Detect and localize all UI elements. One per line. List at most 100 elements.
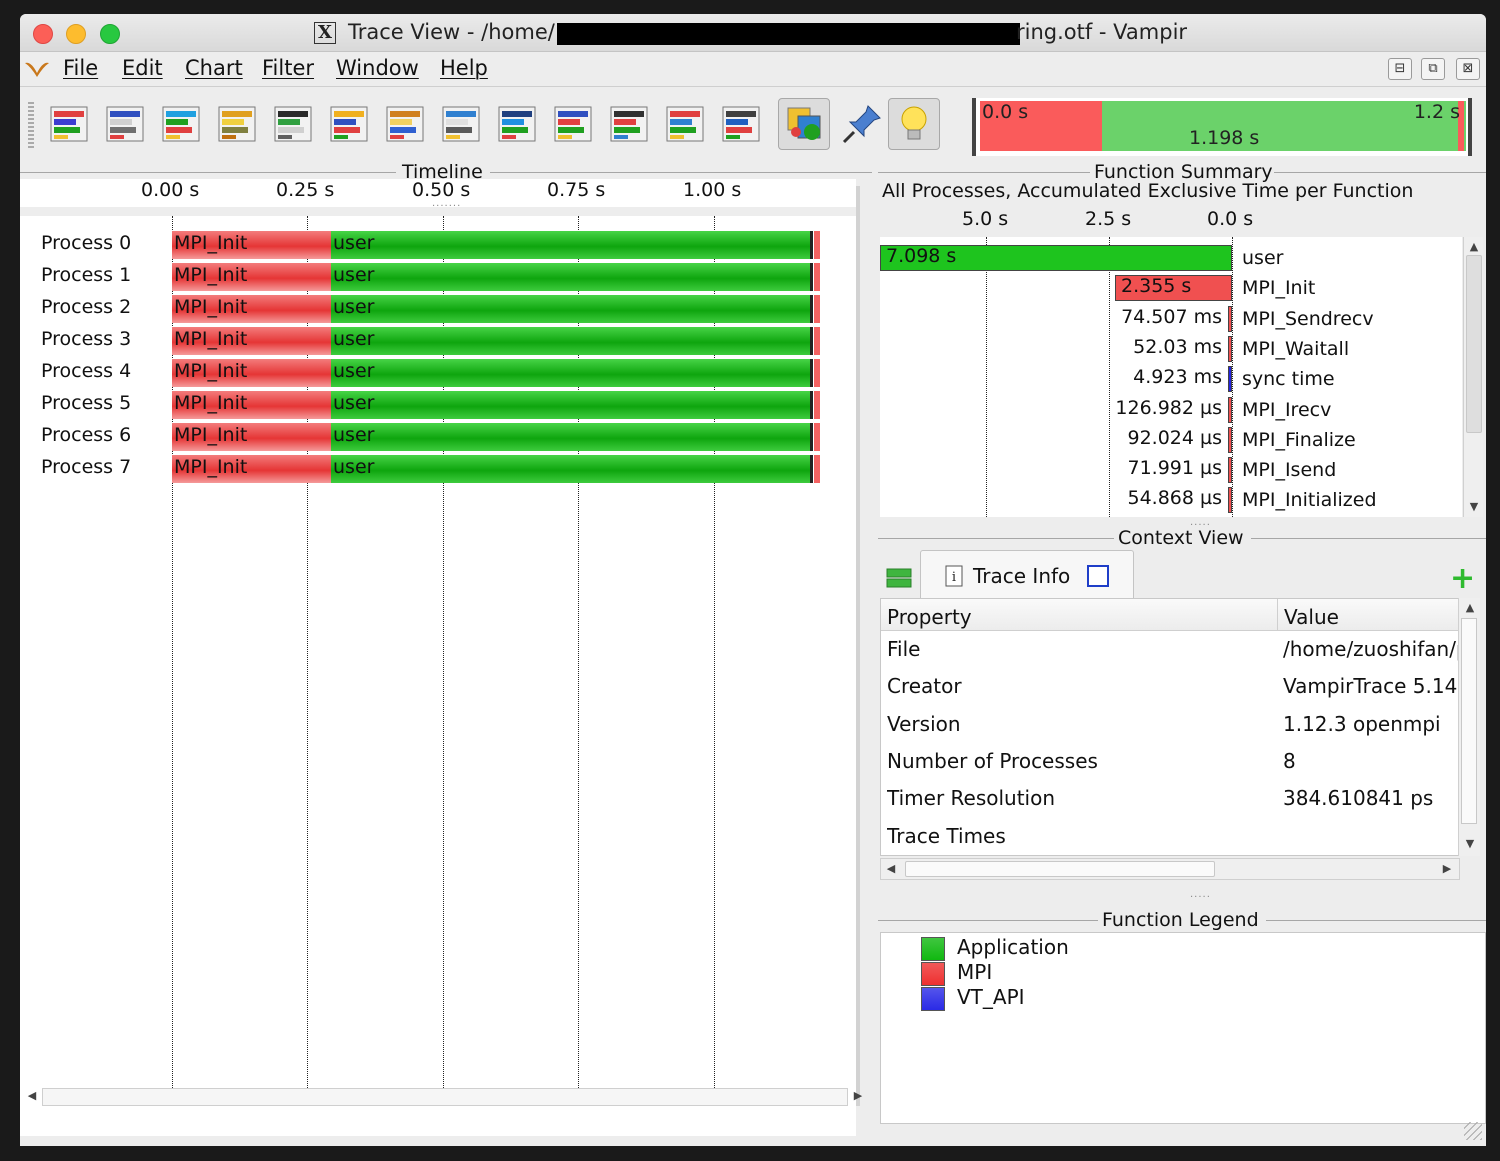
mdi-minimize-button[interactable]: ⊟ — [1388, 58, 1412, 80]
mdi-close-button[interactable]: ⊠ — [1456, 58, 1480, 80]
property-cell[interactable]: File — [887, 637, 920, 661]
process-label[interactable]: Process 1 — [41, 264, 131, 286]
menu-filter[interactable]: Filter — [262, 56, 314, 80]
zoom-overview[interactable]: 0.0 s 1.2 s 1.198 s — [972, 98, 1472, 156]
value-cell[interactable]: 1.12.3 openmpi — [1283, 712, 1459, 736]
user-function-bar[interactable]: user — [331, 391, 812, 419]
mpi-finalize-bar[interactable] — [814, 423, 820, 451]
property-cell[interactable]: Version — [887, 712, 961, 736]
timeline-canvas[interactable]: Process 0 MPI_Init user Process 1 MPI_Init us… — [20, 216, 856, 1136]
scroll-down-arrow-icon[interactable]: ▼ — [1460, 834, 1480, 854]
process-summary-icon[interactable] — [384, 102, 428, 146]
mpi-init-bar[interactable]: MPI_Init — [172, 423, 331, 451]
function-summary-bar[interactable] — [1228, 426, 1232, 453]
communication-matrix-icon[interactable] — [496, 102, 540, 146]
property-cell[interactable]: Trace Times — [887, 824, 1006, 848]
pin-checkbox[interactable] — [1087, 565, 1109, 587]
summary-timeline-icon[interactable] — [160, 102, 204, 146]
function-summary-name[interactable]: MPI_Waitall — [1242, 338, 1349, 360]
mpi-init-bar[interactable]: MPI_Init — [172, 263, 331, 291]
call-tree-icon[interactable] — [608, 102, 652, 146]
mpi-finalize-bar[interactable] — [814, 391, 820, 419]
resize-grip-icon[interactable] — [1464, 1122, 1482, 1140]
function-summary-icon[interactable] — [328, 102, 372, 146]
user-function-bar[interactable]: user — [331, 423, 812, 451]
mpi-init-bar[interactable]: MPI_Init — [172, 359, 331, 387]
value-cell[interactable]: 8 — [1283, 749, 1459, 773]
function-legend-icon[interactable] — [664, 102, 708, 146]
property-cell[interactable]: Timer Resolution — [887, 786, 1055, 810]
function-summary-name[interactable]: user — [1242, 247, 1283, 269]
mpi-finalize-bar[interactable] — [814, 327, 820, 355]
scroll-right-arrow-icon[interactable]: ▶ — [848, 1086, 868, 1106]
scroll-up-arrow-icon[interactable]: ▲ — [1460, 598, 1480, 618]
scroll-left-arrow-icon[interactable]: ◀ — [22, 1086, 42, 1106]
mpi-finalize-bar[interactable] — [814, 231, 820, 259]
mpi-init-bar[interactable]: MPI_Init — [172, 231, 331, 259]
io-summary-icon[interactable] — [552, 102, 596, 146]
user-function-bar[interactable]: user — [331, 327, 812, 355]
process-label[interactable]: Process 6 — [41, 424, 131, 446]
function-summary-bar[interactable] — [1228, 457, 1232, 484]
scroll-down-arrow-icon[interactable]: ▼ — [1464, 497, 1484, 517]
timeline-ruler[interactable]: 0.00 s 0.25 s 0.50 s 0.75 s 1.00 s ·····… — [20, 179, 856, 212]
user-function-bar[interactable]: user — [331, 455, 812, 483]
filter-icon[interactable] — [778, 98, 830, 150]
mpi-init-bar[interactable]: MPI_Init — [172, 391, 331, 419]
function-summary-name[interactable]: MPI_Initialized — [1242, 489, 1377, 511]
master-timeline-icon[interactable] — [48, 102, 92, 146]
process-timeline-icon[interactable] — [104, 102, 148, 146]
value-cell[interactable]: /home/zuoshifan/p — [1283, 637, 1459, 661]
zoom-window-button[interactable] — [100, 24, 120, 44]
pin-icon[interactable] — [840, 102, 884, 146]
timeline-hscrollbar[interactable]: ◀ ▶ — [20, 1086, 872, 1108]
function-summary-name[interactable]: MPI_Isend — [1242, 459, 1336, 481]
column-header-property[interactable]: Property — [881, 599, 1277, 631]
toolbar-grip[interactable] — [28, 102, 34, 148]
scroll-right-arrow-icon[interactable]: ▶ — [1437, 859, 1457, 879]
process-label[interactable]: Process 5 — [41, 392, 131, 414]
process-label[interactable]: Process 2 — [41, 296, 131, 318]
function-summary-name[interactable]: MPI_Sendrecv — [1242, 308, 1374, 330]
tab-trace-info[interactable]: i Trace Info — [920, 550, 1134, 600]
hint-bulb-icon[interactable] — [888, 98, 940, 150]
menu-chart[interactable]: Chart — [185, 56, 243, 80]
close-window-button[interactable] — [33, 24, 53, 44]
scroll-up-arrow-icon[interactable]: ▲ — [1464, 237, 1484, 257]
mpi-finalize-bar[interactable] — [814, 455, 820, 483]
function-summary-bar[interactable] — [1228, 305, 1232, 332]
user-function-bar[interactable]: user — [331, 359, 812, 387]
function-summary-name[interactable]: MPI_Irecv — [1242, 399, 1331, 421]
user-function-bar[interactable]: user — [331, 231, 812, 259]
function-summary-name[interactable]: MPI_Init — [1242, 277, 1315, 299]
legend-label[interactable]: MPI — [957, 960, 992, 984]
add-tab-icon[interactable]: + — [1450, 564, 1475, 594]
mpi-init-bar[interactable]: MPI_Init — [172, 295, 331, 323]
menu-edit[interactable]: Edit — [122, 56, 163, 80]
timeline-splitter[interactable] — [856, 186, 860, 1106]
mpi-finalize-bar[interactable] — [814, 263, 820, 291]
function-summary-bar[interactable] — [1228, 487, 1232, 514]
mpi-finalize-bar[interactable] — [814, 359, 820, 387]
function-summary-vscrollbar[interactable]: ▲ ▼ — [1463, 237, 1483, 517]
context-view-menu-icon[interactable] — [886, 566, 912, 590]
legend-label[interactable]: VT_API — [957, 985, 1025, 1009]
mpi-init-bar[interactable]: MPI_Init — [172, 327, 331, 355]
scroll-left-arrow-icon[interactable]: ◀ — [881, 859, 901, 879]
user-function-bar[interactable]: user — [331, 295, 812, 323]
context-view-vscrollbar[interactable]: ▲ ▼ — [1458, 598, 1480, 856]
context-view-hscroll-thumb[interactable] — [905, 861, 1215, 877]
function-summary-scroll-thumb[interactable] — [1466, 255, 1482, 433]
process-label[interactable]: Process 3 — [41, 328, 131, 350]
value-cell[interactable]: VampirTrace 5.14 — [1283, 674, 1459, 698]
performance-radar-icon[interactable] — [272, 102, 316, 146]
function-summary-bar[interactable] — [1228, 366, 1232, 393]
function-summary-name[interactable]: sync time — [1242, 368, 1335, 390]
user-function-bar[interactable]: user — [331, 263, 812, 291]
process-label[interactable]: Process 4 — [41, 360, 131, 382]
process-label[interactable]: Process 7 — [41, 456, 131, 478]
legend-label[interactable]: Application — [957, 935, 1069, 959]
function-summary-bar[interactable] — [1228, 335, 1232, 362]
property-cell[interactable]: Number of Processes — [887, 749, 1098, 773]
mdi-restore-button[interactable]: ⧉ — [1421, 58, 1445, 80]
